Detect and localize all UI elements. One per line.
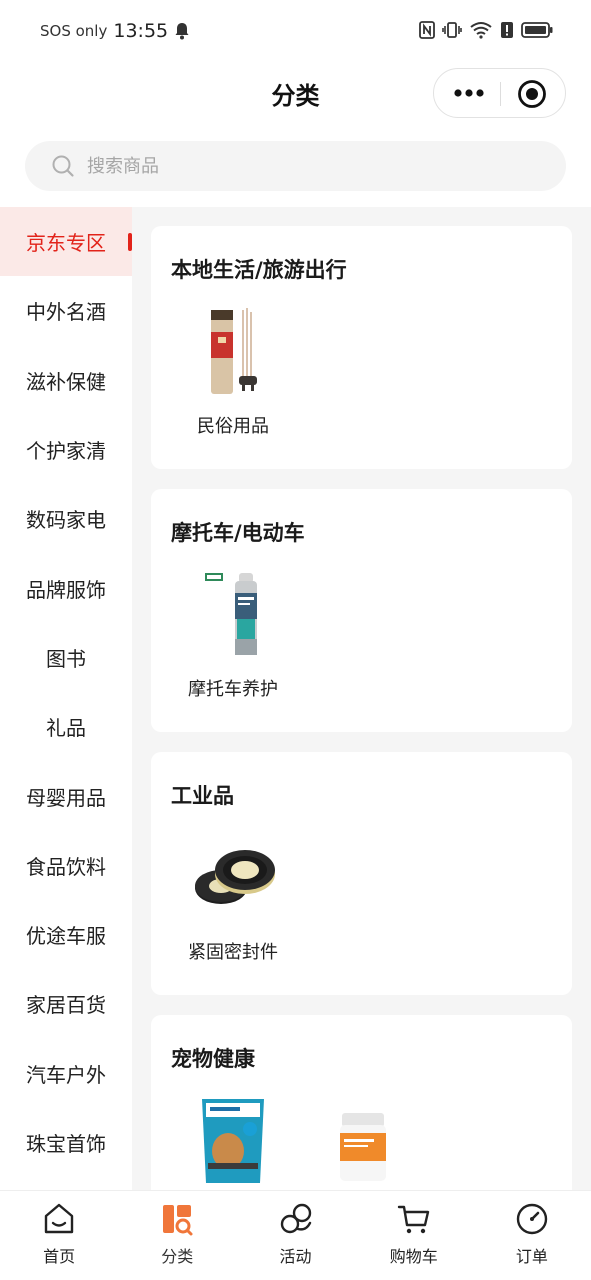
sidebar-item-label: 中外名酒 — [26, 300, 106, 325]
sidebar-item-books[interactable]: 图书 — [0, 623, 132, 692]
tab-home[interactable]: 首页 — [0, 1191, 118, 1280]
sidebar-item-food[interactable]: 食品饮料 — [0, 831, 132, 900]
section-title: 宠物健康 — [171, 1047, 255, 1071]
category-item[interactable]: 摩托车养护 — [173, 567, 293, 701]
content-area: 京东专区 中外名酒 滋补保健 个护家清 数码家电 品牌服饰 图书 礼品 母婴用品… — [0, 207, 591, 1190]
sidebar-item-personal-care[interactable]: 个护家清 — [0, 415, 132, 484]
sidebar-item-label: 食品饮料 — [26, 854, 106, 879]
sidebar-item-outdoor[interactable]: 汽车户外 — [0, 1039, 132, 1108]
pet-chews-image — [173, 1093, 293, 1189]
sidebar-item-gifts[interactable]: 礼品 — [0, 692, 132, 761]
wifi-icon — [470, 22, 492, 39]
category-item[interactable]: 紧固密封件 — [173, 830, 293, 964]
alert-icon — [501, 22, 513, 38]
tape-rolls-image — [173, 830, 293, 926]
sidebar-item-label: 品牌服饰 — [26, 577, 106, 602]
search-bar[interactable] — [25, 141, 566, 191]
status-right — [419, 21, 553, 39]
vibrate-icon — [442, 22, 462, 38]
tab-cart[interactable]: 购物车 — [355, 1191, 473, 1280]
cart-icon — [397, 1205, 429, 1234]
tab-label: 订单 — [515, 1247, 548, 1266]
sidebar-item-label: 数码家电 — [26, 508, 106, 533]
sidebar-item-baby[interactable]: 母婴用品 — [0, 761, 132, 830]
close-target-icon[interactable] — [517, 79, 547, 109]
item-label: 民俗用品 — [197, 416, 269, 437]
category-sidebar: 京东专区 中外名酒 滋补保健 个护家清 数码家电 品牌服饰 图书 礼品 母婴用品… — [0, 207, 132, 1190]
search-icon — [52, 155, 74, 177]
sidebar-item-label: 礼品 — [46, 716, 86, 741]
status-left: SOS only 13:55 — [40, 20, 190, 42]
tab-label: 活动 — [279, 1247, 312, 1266]
sidebar-item-label: 珠宝首饰 — [26, 1132, 106, 1156]
sidebar-item-jewelry[interactable]: 珠宝首饰 — [0, 1108, 132, 1177]
sidebar-item-label: 汽车户外 — [26, 1062, 106, 1087]
sidebar-item-health[interactable]: 滋补保健 — [0, 346, 132, 415]
nfc-icon — [419, 21, 435, 39]
sidebar-item-label: 优途车服 — [26, 924, 106, 949]
sidebar-item-label: 个护家清 — [26, 439, 106, 464]
item-label: 摩托车养护 — [188, 679, 278, 700]
more-icon[interactable] — [452, 83, 486, 103]
section-card: 摩托车/电动车 摩托车养护 — [151, 489, 572, 732]
sidebar-item-home[interactable]: 家居百货 — [0, 969, 132, 1038]
clock-time: 13:55 — [113, 20, 169, 42]
tab-label: 首页 — [43, 1247, 76, 1266]
sidebar-item-label: 图书 — [46, 646, 86, 671]
incense-image — [173, 304, 293, 400]
sidebar-item-label: 家居百货 — [26, 993, 106, 1018]
category-icon — [163, 1205, 193, 1236]
mini-program-capsule — [433, 68, 566, 118]
tab-category[interactable]: 分类 — [118, 1191, 236, 1280]
sidebar-item-liquor[interactable]: 中外名酒 — [0, 276, 132, 345]
section-card: 工业品 紧固密封件 — [151, 752, 572, 995]
sidebar-item-label: 母婴用品 — [26, 785, 106, 810]
section-title: 本地生活/旅游出行 — [171, 258, 347, 282]
section-title: 摩托车/电动车 — [171, 521, 305, 545]
capsule-divider — [500, 82, 501, 106]
sidebar-item-label: 滋补保健 — [26, 369, 106, 394]
search-input[interactable] — [87, 141, 547, 191]
order-icon — [516, 1203, 548, 1235]
tab-activity[interactable]: 活动 — [236, 1191, 354, 1280]
spray-can-image — [173, 567, 293, 663]
pet-supplement-image — [301, 1093, 421, 1189]
tab-orders[interactable]: 订单 — [473, 1191, 591, 1280]
sidebar-item-apparel[interactable]: 品牌服饰 — [0, 553, 132, 622]
category-item[interactable]: 民俗用品 — [173, 304, 293, 438]
sidebar-item-jd-zone[interactable]: 京东专区 — [0, 207, 132, 277]
sidebar-item-car-service[interactable]: 优途车服 — [0, 900, 132, 969]
tab-bar: 首页 分类 活动 购物车 订单 — [0, 1190, 591, 1280]
section-card: 本地生活/旅游出行 民俗用品 — [151, 226, 572, 469]
sidebar-item-label: 京东专区 — [26, 231, 106, 256]
home-icon — [44, 1203, 74, 1234]
bell-icon — [175, 23, 189, 40]
nav-bar: 分类 — [0, 66, 591, 122]
sidebar-item-electronics[interactable]: 数码家电 — [0, 484, 132, 553]
activity-icon — [280, 1203, 311, 1234]
section-title: 工业品 — [171, 784, 234, 808]
tab-label: 购物车 — [389, 1247, 438, 1266]
category-item[interactable] — [301, 1093, 421, 1190]
battery-icon — [521, 22, 553, 38]
carrier-text: SOS only — [40, 22, 108, 40]
tab-label: 分类 — [161, 1247, 194, 1266]
status-bar: SOS only 13:55 — [0, 0, 591, 66]
item-label: 紧固密封件 — [188, 942, 278, 963]
category-item[interactable] — [173, 1093, 293, 1190]
section-card: 宠物健康 — [151, 1015, 572, 1190]
